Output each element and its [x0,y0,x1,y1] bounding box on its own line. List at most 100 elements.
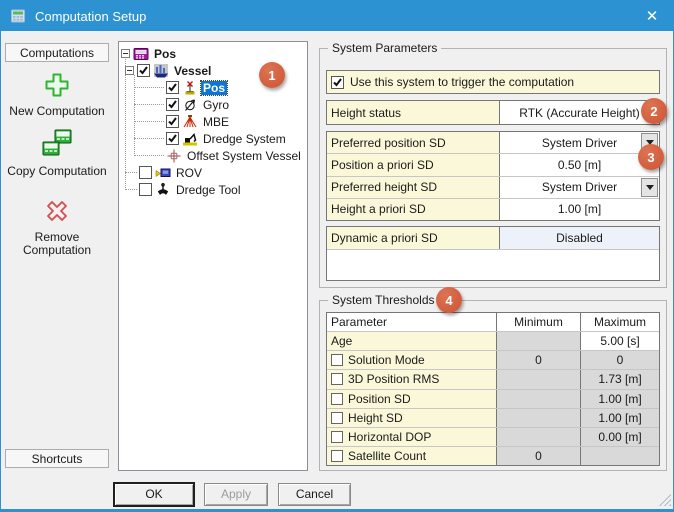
threshold-maximum-cell[interactable]: 0 [581,351,659,369]
tree-connector-line [134,104,164,106]
sd-row-dropdown[interactable]: System Driver [500,132,659,153]
app-calculator-icon [10,8,26,24]
dynamic-sd-value[interactable]: Disabled [500,227,659,249]
close-icon[interactable]: ✕ [631,1,673,31]
threshold-minimum-cell[interactable] [497,409,581,427]
threshold-parameter-cell: Position SD [327,390,497,408]
sd-row-label: Position a priori SD [327,154,500,175]
dredge-system-icon [182,131,198,147]
threshold-row-position-sd: Position SD 1.00 [m] [327,390,659,409]
threshold-parameter-cell: Solution Mode [327,351,497,369]
action-label: Copy Computation [5,165,109,178]
title-bar: Computation Setup ✕ [1,1,673,31]
collapse-expander-icon[interactable] [125,66,134,75]
sd-row-value-text: System Driver [542,136,617,150]
collapse-expander-icon[interactable] [121,49,130,58]
threshold-parameter-cell: Satellite Count [327,447,497,465]
tree-item-dredge-tool[interactable]: Dredge Tool [125,181,307,198]
cancel-button[interactable]: Cancel [278,483,351,506]
threshold-maximum-cell[interactable]: 1.00 [m] [581,390,659,408]
trigger-computation-checkbox[interactable] [331,76,344,89]
vessel-icon [153,63,169,79]
tree-item-label[interactable]: MBE [201,115,231,129]
threshold-parameter-label: Satellite Count [348,449,426,463]
threshold-minimum-cell[interactable] [497,332,581,350]
tree-item-rov[interactable]: ROV [125,164,307,181]
threshold-checkbox[interactable] [331,393,343,405]
tree-item-label[interactable]: Gyro [201,98,231,112]
tree-item-label[interactable]: Pos [152,47,178,61]
tree-item-mbe[interactable]: MBE [134,113,307,130]
threshold-minimum-cell[interactable] [497,428,581,446]
sd-row-value[interactable]: 0.50 [m] [500,154,659,175]
threshold-checkbox[interactable] [331,431,343,443]
tree-checkbox[interactable] [166,81,179,94]
threshold-minimum-cell[interactable] [497,370,581,388]
threshold-checkbox[interactable] [331,354,343,366]
shortcuts-button[interactable]: Shortcuts [5,449,109,468]
chevron-down-icon[interactable] [641,178,658,197]
computations-sidebar: Computations New Computation Copy Computa… [5,41,111,471]
height-status-label: Height status [327,101,500,124]
tree-item-gyro[interactable]: Gyro [134,96,307,113]
action-label: Remove Computation [5,231,109,257]
tree-item-dredge-system[interactable]: Dredge System [134,130,307,147]
threshold-checkbox[interactable] [331,412,343,424]
sd-row-value-text: 0.50 [m] [558,158,601,172]
threshold-parameter-label: Age [331,334,352,348]
tree-item-pos[interactable]: Pos [121,45,307,62]
tree-checkbox[interactable] [166,115,179,128]
sd-row-value[interactable]: 1.00 [m] [500,199,659,220]
sd-row-height-a-priori-sd: Height a priori SD 1.00 [m] [327,199,659,220]
tree-checkbox[interactable] [139,166,152,179]
tree-checkbox[interactable] [137,64,150,77]
dynamic-sd-box: Dynamic a priori SD Disabled [326,226,660,281]
dynamic-sd-label: Dynamic a priori SD [327,227,500,249]
threshold-checkbox[interactable] [331,373,343,385]
tree-connector-line [125,172,137,174]
system-parameters-group: System Parameters Use this system to tri… [319,48,667,288]
computations-header-button[interactable]: Computations [5,43,109,62]
tree-item-label[interactable]: Pos [201,81,227,95]
remove-computation-button[interactable]: Remove Computation [5,197,109,257]
tree-checkbox[interactable] [166,132,179,145]
threshold-maximum-cell[interactable]: 1.00 [m] [581,409,659,427]
sd-row-dropdown[interactable]: System Driver [500,177,659,198]
annotation-callout-3: 3 [638,144,664,170]
tree-item-label[interactable]: ROV [174,166,204,180]
threshold-parameter-label: Position SD [348,392,411,406]
threshold-minimum-cell[interactable] [497,390,581,408]
copy-computation-button[interactable]: Copy Computation [5,129,109,178]
sd-settings-table: Preferred position SDSystem DriverPositi… [326,131,660,221]
tree-item-label[interactable]: Offset System Vessel [185,149,303,163]
dredge-tool-icon [155,182,171,198]
tree-item-label[interactable]: Dredge System [201,132,288,146]
rov-icon [155,165,171,181]
computation-calculator-icon [133,46,149,62]
threshold-minimum-cell[interactable]: 0 [497,447,581,465]
sd-row-label: Height a priori SD [327,199,500,220]
new-computation-button[interactable]: New Computation [5,71,109,118]
tree-checkbox[interactable] [166,98,179,111]
threshold-minimum-cell[interactable]: 0 [497,351,581,369]
threshold-checkbox[interactable] [331,450,343,462]
tree-item-label[interactable]: Vessel [172,64,213,78]
tree-item-offset-system-vessel[interactable]: Offset System Vessel [134,147,307,164]
tree-connector-line [134,155,164,157]
threshold-maximum-cell[interactable]: 0.00 [m] [581,428,659,446]
threshold-parameter-label: Solution Mode [348,353,425,367]
system-thresholds-group: System Thresholds ParameterMinimumMaximu… [319,300,667,471]
dynamic-sd-row: Dynamic a priori SD Disabled [327,227,659,250]
threshold-maximum-cell[interactable] [581,447,659,465]
window-title: Computation Setup [35,9,146,24]
tree-checkbox[interactable] [139,183,152,196]
threshold-maximum-cell[interactable]: 1.73 [m] [581,370,659,388]
tree-item-label[interactable]: Dredge Tool [174,183,243,197]
ok-button[interactable]: OK [114,483,194,506]
apply-button[interactable]: Apply [204,483,268,506]
height-status-value[interactable]: RTK (Accurate Height) [500,101,659,124]
sd-row-value-text: 1.00 [m] [558,202,601,216]
threshold-maximum-cell[interactable]: 5.00 [s] [581,332,659,350]
resize-grip[interactable] [658,493,671,506]
tree-connector-line [134,87,164,89]
